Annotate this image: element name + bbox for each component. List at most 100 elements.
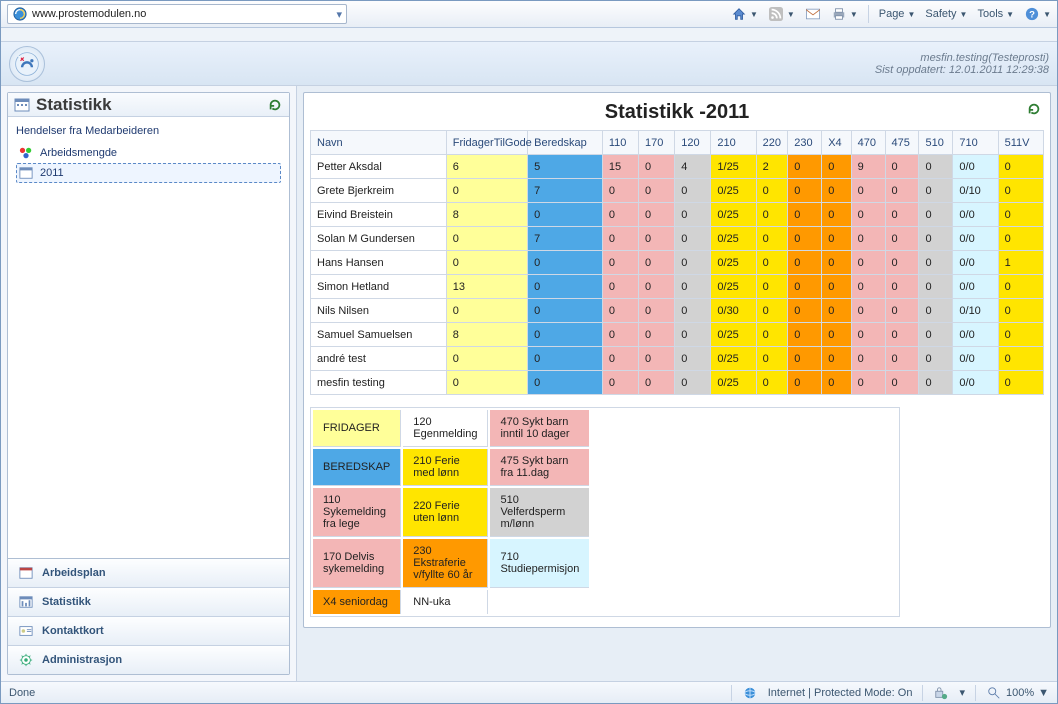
cell: 0	[851, 371, 885, 395]
cell: 0	[528, 347, 603, 371]
col-x4[interactable]: X4	[822, 131, 851, 155]
cell: 0	[998, 275, 1043, 299]
sidebar: Statistikk Hendelser fra Medarbeideren A…	[1, 86, 297, 681]
tree-item-2011[interactable]: 2011	[16, 163, 281, 183]
cell: 0	[675, 251, 711, 275]
col-beredskap[interactable]: Beredskap	[528, 131, 603, 155]
cell: 0	[998, 227, 1043, 251]
tree-root[interactable]: Hendelser fra Medarbeideren	[16, 125, 281, 137]
address-bar[interactable]: www.prostemodulen.no ▾	[7, 4, 347, 24]
protected-dropdown-icon[interactable]: ▾	[959, 686, 965, 699]
home-button[interactable]: ▼	[731, 6, 758, 22]
col-510[interactable]: 510	[919, 131, 953, 155]
internet-zone-icon	[742, 685, 758, 701]
cell: 0/25	[711, 227, 756, 251]
mail-button[interactable]	[805, 6, 821, 22]
tree-item-arbeidsmengde[interactable]: Arbeidsmengde	[16, 143, 281, 163]
cell: 5	[528, 155, 603, 179]
stats-card: Statistikk -2011 NavnFridagerTilGodeBere…	[303, 92, 1051, 628]
table-row: Hans Hansen000000/250000000/01	[311, 251, 1044, 275]
cell: 0	[675, 299, 711, 323]
app-logo[interactable]	[9, 46, 45, 82]
cell: 1/25	[711, 155, 756, 179]
cell: 0	[885, 251, 919, 275]
legend-cell: 220 Ferie uten lønn	[403, 488, 488, 537]
col-230[interactable]: 230	[788, 131, 822, 155]
legend-cell: FRIDAGER	[313, 410, 401, 447]
plan-icon	[18, 565, 34, 581]
feeds-button[interactable]: ▼	[768, 6, 795, 22]
nav-arbeidsplan[interactable]: Arbeidsplan	[8, 558, 289, 587]
cell: 0	[602, 203, 638, 227]
cell: 0	[675, 323, 711, 347]
table-header-row: NavnFridagerTilGodeBeredskap110170120210…	[311, 131, 1044, 155]
cell-name: Samuel Samuelsen	[311, 323, 447, 347]
table-row: andré test000000/250000000/00	[311, 347, 1044, 371]
table-row: mesfin testing000000/250000000/00	[311, 371, 1044, 395]
cell: 0	[639, 323, 675, 347]
mail-icon	[805, 6, 821, 22]
col-511v[interactable]: 511V	[998, 131, 1043, 155]
cell: 0	[998, 299, 1043, 323]
cell: 2	[756, 155, 788, 179]
workload-icon	[18, 145, 34, 161]
cell: 0	[851, 299, 885, 323]
refresh-icon[interactable]	[267, 97, 283, 113]
col-170[interactable]: 170	[639, 131, 675, 155]
year-icon	[18, 165, 34, 181]
safety-menu[interactable]: Safety ▼	[925, 8, 967, 20]
cell: 0	[788, 299, 822, 323]
col-220[interactable]: 220	[756, 131, 788, 155]
cell: 0	[822, 251, 851, 275]
tools-menu-label: Tools	[977, 8, 1003, 20]
ie-right-controls: ▼ ▼ ▼ Page ▼ Safety ▼ Tools ▼ ?▼	[731, 5, 1051, 23]
col-110[interactable]: 110	[602, 131, 638, 155]
table-row: Nils Nilsen000000/300000000/100	[311, 299, 1044, 323]
tools-menu[interactable]: Tools ▼	[977, 8, 1014, 20]
cell: 0	[919, 323, 953, 347]
page-menu[interactable]: Page ▼	[879, 8, 916, 20]
cell: 0	[885, 155, 919, 179]
address-text: www.prostemodulen.no	[32, 8, 146, 20]
cell: 0	[919, 227, 953, 251]
cell: 0	[446, 179, 527, 203]
nav-administrasjon[interactable]: Administrasjon	[8, 645, 289, 674]
col-710[interactable]: 710	[953, 131, 998, 155]
help-menu[interactable]: ?▼	[1024, 6, 1051, 22]
cell: 0	[675, 179, 711, 203]
legend-cell: 710 Studiepermisjon	[490, 539, 589, 588]
cell: 0	[675, 227, 711, 251]
cell: 0	[639, 179, 675, 203]
cell: 0	[851, 203, 885, 227]
nav-kontaktkort[interactable]: Kontaktkort	[8, 616, 289, 645]
protected-mode-icon[interactable]	[933, 685, 949, 701]
contact-icon	[18, 623, 34, 639]
zoom-control[interactable]: 100% ▼	[986, 685, 1049, 701]
print-button[interactable]: ▼	[831, 6, 858, 22]
cell: 0	[885, 227, 919, 251]
cell: 0/0	[953, 203, 998, 227]
cell: 8	[446, 203, 527, 227]
refresh-icon[interactable]	[1026, 101, 1042, 117]
home-icon	[731, 6, 747, 22]
col-fridagertilgode[interactable]: FridagerTilGode	[446, 131, 527, 155]
cell: 0	[528, 203, 603, 227]
col-475[interactable]: 475	[885, 131, 919, 155]
table-row: Solan M Gundersen070000/250000000/00	[311, 227, 1044, 251]
cell: 0	[675, 347, 711, 371]
cell: 0	[756, 227, 788, 251]
address-dropdown-icon[interactable]: ▾	[336, 8, 342, 21]
cell: 0	[788, 251, 822, 275]
cell: 0/25	[711, 251, 756, 275]
cell: 1	[998, 251, 1043, 275]
col-120[interactable]: 120	[675, 131, 711, 155]
cell: 0/10	[953, 179, 998, 203]
tree-item-label: Arbeidsmengde	[40, 147, 117, 159]
col-470[interactable]: 470	[851, 131, 885, 155]
col-210[interactable]: 210	[711, 131, 756, 155]
nav-statistikk[interactable]: Statistikk	[8, 587, 289, 616]
col-navn[interactable]: Navn	[311, 131, 447, 155]
cell: 0	[822, 227, 851, 251]
calendar-icon	[14, 97, 30, 113]
app-content: mesfin.testing(Testeprosti) Sist oppdate…	[1, 42, 1057, 681]
